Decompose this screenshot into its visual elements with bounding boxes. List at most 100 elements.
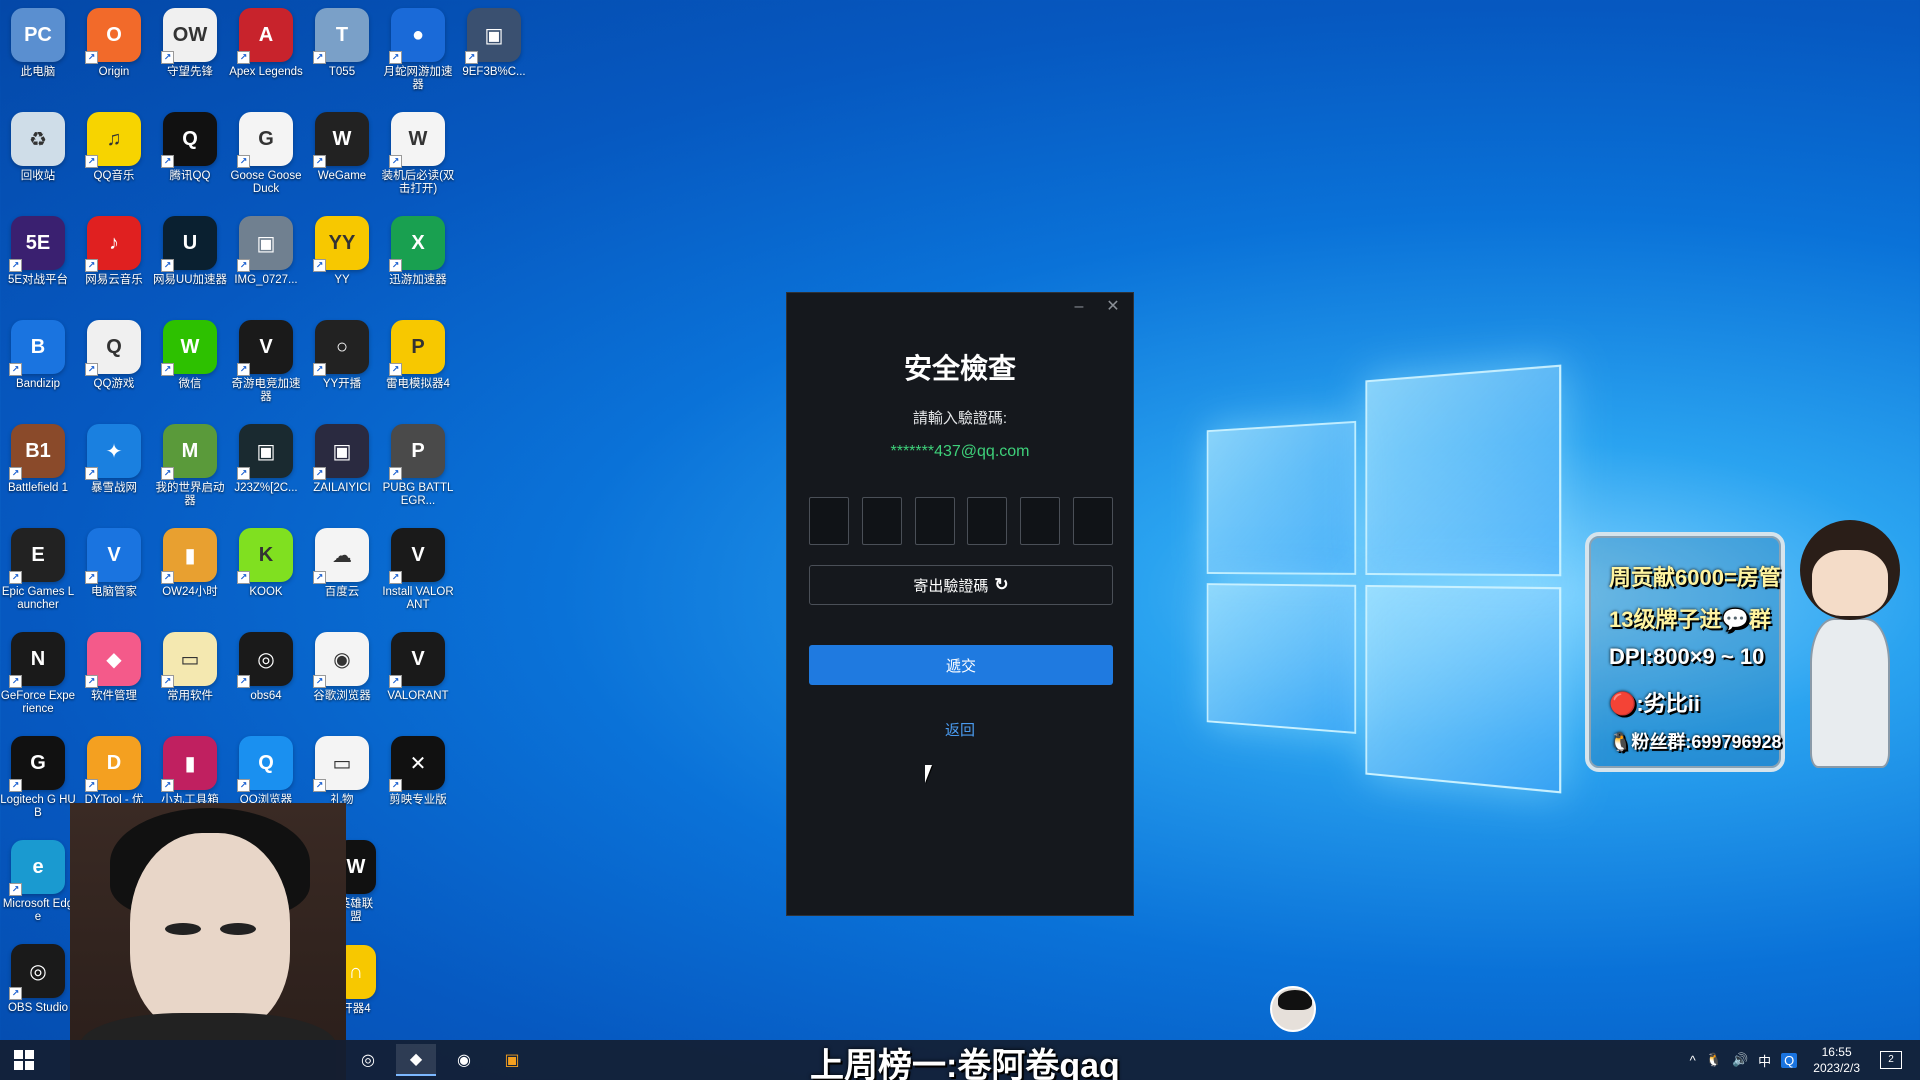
- minimize-button[interactable]: –: [1065, 297, 1093, 317]
- desktop-icon-image: Q ↗: [87, 320, 141, 374]
- desktop-icon[interactable]: ▭ ↗ 常用软件: [152, 632, 228, 736]
- close-button[interactable]: ✕: [1099, 297, 1127, 317]
- volume-icon[interactable]: 🔊: [1732, 1052, 1748, 1068]
- desktop-icon[interactable]: P ↗ 雷电模拟器4: [380, 320, 456, 424]
- shortcut-arrow-icon: ↗: [9, 779, 22, 792]
- desktop-icon[interactable]: ▣ ↗ J23Z%[2C...: [228, 424, 304, 528]
- desktop-icon-label: 装机后必读(双击打开): [380, 170, 456, 196]
- desktop-icon[interactable]: ▮ ↗ OW24小时: [152, 528, 228, 632]
- desktop-icon[interactable]: ☁ ↗ 百度云: [304, 528, 380, 632]
- clock[interactable]: 16:55 2023/2/3: [1813, 1044, 1860, 1076]
- desktop-icon-label: Goose Goose Duck: [228, 170, 304, 196]
- webcam-eye: [220, 923, 256, 935]
- desktop-icon-image: V ↗: [391, 632, 445, 686]
- taskbar-app-obs-icon[interactable]: ◉: [444, 1044, 484, 1076]
- desktop-icon[interactable]: V ↗ 奇游电竞加速器: [228, 320, 304, 424]
- desktop-icon[interactable]: M ↗ 我的世界启动器: [152, 424, 228, 528]
- taskbar-app-icon[interactable]: ▣: [492, 1044, 532, 1076]
- desktop-icon[interactable]: ♻ 回收站: [0, 112, 76, 216]
- shortcut-arrow-icon: ↗: [237, 779, 250, 792]
- tray-chevron-icon[interactable]: ^: [1690, 1053, 1696, 1068]
- desktop-icon-image: ◉ ↗: [315, 632, 369, 686]
- desktop-icon[interactable]: E ↗ Epic Games Launcher: [0, 528, 76, 632]
- desktop-icon[interactable]: G ↗ Logitech G HUB: [0, 736, 76, 840]
- code-digit-input[interactable]: [1073, 497, 1113, 545]
- desktop-icon[interactable]: Q ↗ QQ游戏: [76, 320, 152, 424]
- desktop-icon[interactable]: G ↗ Goose Goose Duck: [228, 112, 304, 216]
- desktop-icon[interactable]: B ↗ Bandizip: [0, 320, 76, 424]
- desktop-icon[interactable]: B1 ↗ Battlefield 1: [0, 424, 76, 528]
- desktop-icon[interactable]: PC 此电脑: [0, 8, 76, 112]
- desktop-icon-image: ♫ ↗: [87, 112, 141, 166]
- desktop-icon[interactable]: W ↗ WeGame: [304, 112, 380, 216]
- desktop-icon-image: N ↗: [11, 632, 65, 686]
- ime-indicator[interactable]: 中: [1758, 1051, 1771, 1070]
- code-digit-input[interactable]: [967, 497, 1007, 545]
- code-digit-input[interactable]: [1020, 497, 1060, 545]
- desktop-icon-label: 百度云: [304, 586, 380, 599]
- desktop-icon[interactable]: ▣ ↗ 9EF3B%C...: [456, 8, 532, 112]
- shortcut-arrow-icon: ↗: [237, 571, 250, 584]
- desktop-icon[interactable]: ✕ ↗ 剪映专业版: [380, 736, 456, 840]
- submit-button[interactable]: 遞交: [809, 645, 1113, 685]
- desktop-icon-label: QQ游戏: [76, 378, 152, 391]
- code-digit-input[interactable]: [809, 497, 849, 545]
- desktop-icon[interactable]: W ↗ 微信: [152, 320, 228, 424]
- desktop-icon[interactable]: V ↗ VALORANT: [380, 632, 456, 736]
- windows-start-icon[interactable]: [14, 1050, 34, 1070]
- desktop-icon-label: Install VALORANT: [380, 586, 456, 612]
- desktop-icon[interactable]: 5E ↗ 5E对战平台: [0, 216, 76, 320]
- desktop-icon-label: 守望先锋: [152, 66, 228, 79]
- desktop-icon[interactable]: T ↗ T055: [304, 8, 380, 112]
- desktop-icon[interactable]: ◉ ↗ 谷歌浏览器: [304, 632, 380, 736]
- notification-center-icon[interactable]: 2: [1880, 1051, 1902, 1069]
- desktop-icon[interactable]: e ↗ Microsoft Edge: [0, 840, 76, 944]
- code-digit-input[interactable]: [862, 497, 902, 545]
- desktop-icon[interactable]: ▣ ↗ IMG_0727...: [228, 216, 304, 320]
- code-digit-input[interactable]: [915, 497, 955, 545]
- shortcut-arrow-icon: ↗: [389, 259, 402, 272]
- desktop-icon[interactable]: ● ↗ 月蛇网游加速器: [380, 8, 456, 112]
- desktop-icon[interactable]: ○ ↗ YY开播: [304, 320, 380, 424]
- desktop-icon[interactable]: V ↗ 电脑管家: [76, 528, 152, 632]
- shortcut-arrow-icon: ↗: [313, 571, 326, 584]
- dialog-title: 安全檢查: [787, 347, 1133, 387]
- desktop-icon[interactable]: ◎ ↗ OBS Studio: [0, 944, 76, 1048]
- desktop-icon[interactable]: ▣ ↗ ZAILAIYICI: [304, 424, 380, 528]
- desktop-icon-label: Bandizip: [0, 378, 76, 391]
- desktop-icon[interactable]: U ↗ 网易UU加速器: [152, 216, 228, 320]
- desktop-icon-image: B1 ↗: [11, 424, 65, 478]
- desktop-icon[interactable]: ◎ ↗ obs64: [228, 632, 304, 736]
- desktop-icon[interactable]: N ↗ GeForce Experience: [0, 632, 76, 736]
- desktop-icon[interactable]: A ↗ Apex Legends: [228, 8, 304, 112]
- desktop-icon[interactable]: ♪ ↗ 网易云音乐: [76, 216, 152, 320]
- desktop-icon-label: T055: [304, 66, 380, 79]
- desktop-icon-label: Battlefield 1: [0, 482, 76, 495]
- desktop-icon[interactable]: W ↗ 装机后必读(双击打开): [380, 112, 456, 216]
- security-check-dialog: – ✕ 安全檢查 請輸入驗證碼: *******437@qq.com 寄出驗證碼…: [786, 292, 1134, 916]
- desktop-icon[interactable]: ✦ ↗ 暴雪战网: [76, 424, 152, 528]
- floating-avatar[interactable]: [1270, 986, 1316, 1032]
- send-code-label: 寄出驗證碼: [913, 575, 988, 596]
- shortcut-arrow-icon: ↗: [237, 467, 250, 480]
- desktop-icon[interactable]: OW ↗ 守望先锋: [152, 8, 228, 112]
- desktop-icon[interactable]: P ↗ PUBG BATTLEGR...: [380, 424, 456, 528]
- desktop-icon-image: ◆ ↗: [87, 632, 141, 686]
- desktop-icon[interactable]: X ↗ 迅游加速器: [380, 216, 456, 320]
- desktop-icon[interactable]: ♫ ↗ QQ音乐: [76, 112, 152, 216]
- taskbar-app-browser-icon[interactable]: ◆: [396, 1044, 436, 1076]
- desktop-icon[interactable]: Q ↗ 腾讯QQ: [152, 112, 228, 216]
- tray-qq-icon[interactable]: 🐧: [1706, 1052, 1722, 1068]
- desktop-icon[interactable]: YY ↗ YY: [304, 216, 380, 320]
- desktop-icon-image: ▣ ↗: [239, 216, 293, 270]
- taskbar-app-uu-icon[interactable]: ◎: [348, 1044, 388, 1076]
- tray-app-icon[interactable]: Q: [1781, 1053, 1797, 1068]
- desktop-icon[interactable]: V ↗ Install VALORANT: [380, 528, 456, 632]
- desktop-icon-label: obs64: [228, 690, 304, 703]
- desktop-icon-label: VALORANT: [380, 690, 456, 703]
- desktop-icon[interactable]: O ↗ Origin: [76, 8, 152, 112]
- send-code-button[interactable]: 寄出驗證碼 ↻: [809, 565, 1113, 605]
- desktop-icon[interactable]: ◆ ↗ 软件管理: [76, 632, 152, 736]
- back-link[interactable]: 返回: [787, 719, 1133, 740]
- desktop-icon[interactable]: K ↗ KOOK: [228, 528, 304, 632]
